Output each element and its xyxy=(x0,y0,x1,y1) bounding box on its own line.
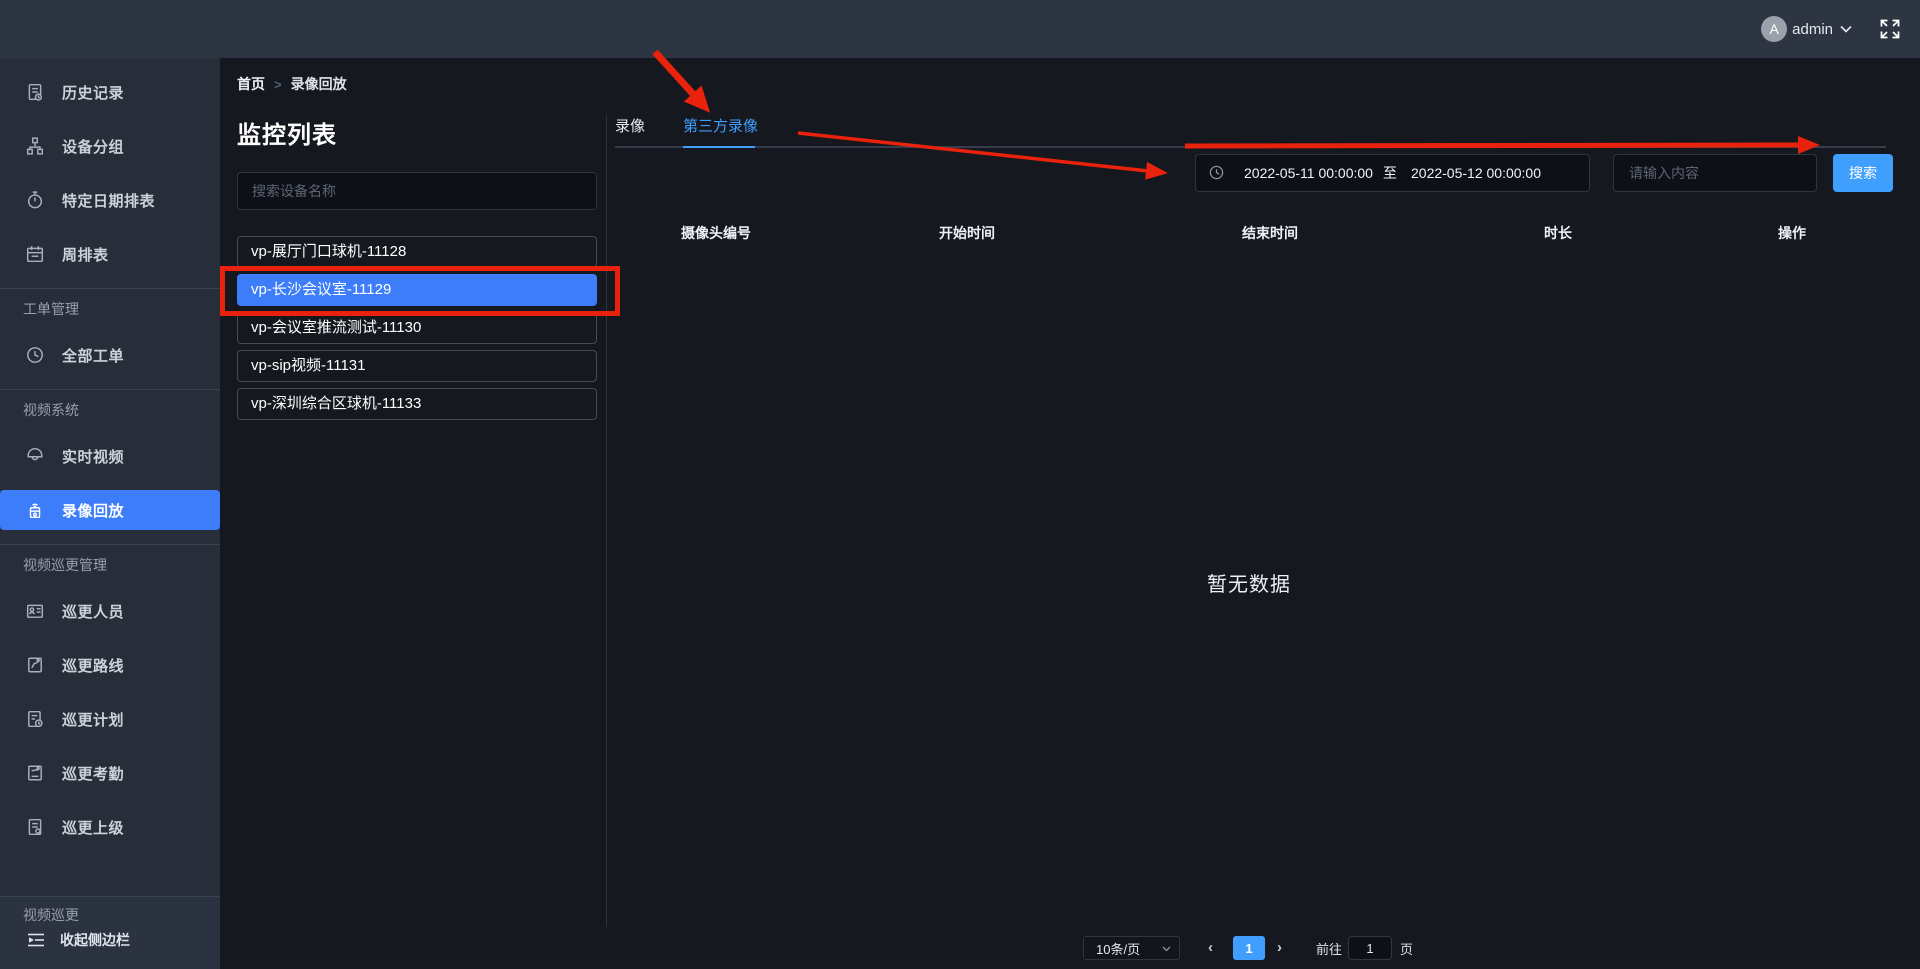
chevron-down-icon xyxy=(1162,946,1171,952)
monitor-list-title: 监控列表 xyxy=(237,122,337,149)
column-camera-id: 摄像头编号 xyxy=(681,225,751,241)
fullscreen-icon[interactable] xyxy=(1878,17,1902,41)
column-duration: 时长 xyxy=(1544,225,1572,241)
prev-page-button[interactable]: ‹ xyxy=(1208,936,1213,960)
patrol-plan-icon xyxy=(25,710,44,729)
video-playback-icon xyxy=(25,501,44,520)
sidebar-section-video-patrol: 视频巡更 xyxy=(23,907,79,923)
sidebar-item-patrol-person[interactable]: 巡更人员 xyxy=(0,591,220,631)
page-unit-label: 页 xyxy=(1400,941,1414,957)
sidebar-item-label: 设备分组 xyxy=(62,138,125,156)
sidebar-item-label: 实时视频 xyxy=(62,448,125,466)
topbar: A admin xyxy=(0,0,1920,58)
sidebar-item-label: 特定日期排表 xyxy=(62,192,156,210)
breadcrumb-separator: > xyxy=(274,76,282,92)
main-content: 首页 > 录像回放 监控列表 vp-展厅门口球机-11128 vp-长沙会议室-… xyxy=(220,58,1920,969)
sidebar: 历史记录 设备分组 特定日期排表 周排表 工单管理 全部工单 视频系统 实时视频… xyxy=(0,58,220,969)
keyword-input[interactable] xyxy=(1613,154,1817,192)
week-schedule-icon xyxy=(25,245,44,264)
column-actions: 操作 xyxy=(1778,225,1806,241)
sidebar-item-label: 巡更上级 xyxy=(62,819,125,837)
sidebar-item-live-video[interactable]: 实时视频 xyxy=(0,436,220,476)
sidebar-item-patrol-plan[interactable]: 巡更计划 xyxy=(0,699,220,739)
next-page-button[interactable]: › xyxy=(1277,936,1282,960)
device-item[interactable]: vp-深圳综合区球机-11133 xyxy=(237,388,597,420)
all-orders-icon xyxy=(25,346,44,365)
sidebar-item-patrol-route[interactable]: 巡更路线 xyxy=(0,645,220,685)
username: admin xyxy=(1792,20,1833,38)
record-tabs: 录像 第三方录像 xyxy=(615,117,758,137)
sidebar-item-label: 巡更考勤 xyxy=(62,765,125,783)
sidebar-item-label: 巡更路线 xyxy=(62,657,125,675)
device-search-input[interactable] xyxy=(237,172,597,210)
sidebar-item-video-playback[interactable]: 录像回放 xyxy=(0,490,220,530)
device-item[interactable]: vp-展厅门口球机-11128 xyxy=(237,236,597,268)
sidebar-item-label: 录像回放 xyxy=(62,502,125,520)
clock-icon xyxy=(1209,165,1224,180)
tab-track xyxy=(615,146,1886,148)
sidebar-footer: 视频巡更 收起侧边栏 xyxy=(0,896,220,969)
patrol-superior-icon xyxy=(25,818,44,837)
date-start-value: 2022-05-11 00:00:00 xyxy=(1244,165,1373,181)
history-icon xyxy=(25,83,44,102)
device-item[interactable]: vp-会议室推流测试-11130 xyxy=(237,312,597,344)
date-range-picker[interactable]: 2022-05-11 00:00:00 至 2022-05-12 00:00:0… xyxy=(1195,154,1590,192)
collapse-sidebar-label: 收起侧边栏 xyxy=(60,932,130,948)
goto-label: 前往 xyxy=(1316,941,1343,957)
sidebar-item-label: 周排表 xyxy=(62,246,109,264)
sidebar-divider xyxy=(0,288,220,289)
sidebar-item-label: 巡更计划 xyxy=(62,711,125,729)
sidebar-item-date-schedule[interactable]: 特定日期排表 xyxy=(0,180,220,220)
user-menu[interactable]: A admin xyxy=(1761,0,1852,58)
sidebar-divider xyxy=(0,544,220,545)
collapse-sidebar-button[interactable]: 收起侧边栏 xyxy=(0,925,220,955)
column-end-time: 结束时间 xyxy=(1242,225,1298,241)
date-schedule-icon xyxy=(25,191,44,210)
sidebar-item-label: 全部工单 xyxy=(62,347,125,365)
chevron-down-icon xyxy=(1840,25,1852,33)
sidebar-item-patrol-superior[interactable]: 巡更上级 xyxy=(0,807,220,847)
breadcrumb-home[interactable]: 首页 xyxy=(237,74,265,94)
date-separator: 至 xyxy=(1383,165,1397,181)
patrol-attendance-icon xyxy=(25,764,44,783)
panel-divider xyxy=(606,115,607,927)
page-size-select[interactable]: 10条/页 xyxy=(1083,936,1180,960)
device-item[interactable]: vp-sip视频-11131 xyxy=(237,350,597,382)
tab-record[interactable]: 录像 xyxy=(615,117,645,137)
date-end-value: 2022-05-12 00:00:00 xyxy=(1411,165,1541,181)
sidebar-section-work-order: 工单管理 xyxy=(23,301,79,317)
collapse-sidebar-icon xyxy=(26,932,46,948)
search-button[interactable]: 搜索 xyxy=(1833,154,1893,192)
sidebar-item-history[interactable]: 历史记录 xyxy=(0,72,220,112)
breadcrumb-current: 录像回放 xyxy=(290,76,347,92)
page-size-value: 10条/页 xyxy=(1096,941,1141,957)
column-start-time: 开始时间 xyxy=(939,225,995,241)
patrol-person-icon xyxy=(25,602,44,621)
patrol-route-icon xyxy=(25,656,44,675)
sidebar-item-device-group[interactable]: 设备分组 xyxy=(0,126,220,166)
sidebar-item-all-orders[interactable]: 全部工单 xyxy=(0,335,220,375)
avatar: A xyxy=(1761,16,1788,42)
device-list: vp-展厅门口球机-11128 vp-长沙会议室-11129 vp-会议室推流测… xyxy=(237,236,597,426)
device-group-icon xyxy=(25,137,44,156)
sidebar-item-label: 巡更人员 xyxy=(62,603,125,621)
goto-page-input[interactable] xyxy=(1348,936,1393,960)
sidebar-section-video-patrol-mgmt: 视频巡更管理 xyxy=(23,557,107,573)
pagination: 10条/页 ‹ 1 › 前往 页 xyxy=(1083,936,1413,960)
breadcrumb: 首页 > 录像回放 xyxy=(237,74,347,94)
empty-data-text: 暂无数据 xyxy=(1207,574,1291,596)
sidebar-item-week-schedule[interactable]: 周排表 xyxy=(0,234,220,274)
tab-third-party-record[interactable]: 第三方录像 xyxy=(683,117,758,137)
live-video-icon xyxy=(25,447,44,466)
tab-active-underline xyxy=(683,146,755,148)
page-number-current[interactable]: 1 xyxy=(1233,936,1265,960)
device-item-selected[interactable]: vp-长沙会议室-11129 xyxy=(237,274,597,306)
sidebar-divider xyxy=(0,389,220,390)
sidebar-item-patrol-attendance[interactable]: 巡更考勤 xyxy=(0,753,220,793)
sidebar-item-label: 历史记录 xyxy=(62,84,125,102)
sidebar-section-video-system: 视频系统 xyxy=(23,402,79,418)
